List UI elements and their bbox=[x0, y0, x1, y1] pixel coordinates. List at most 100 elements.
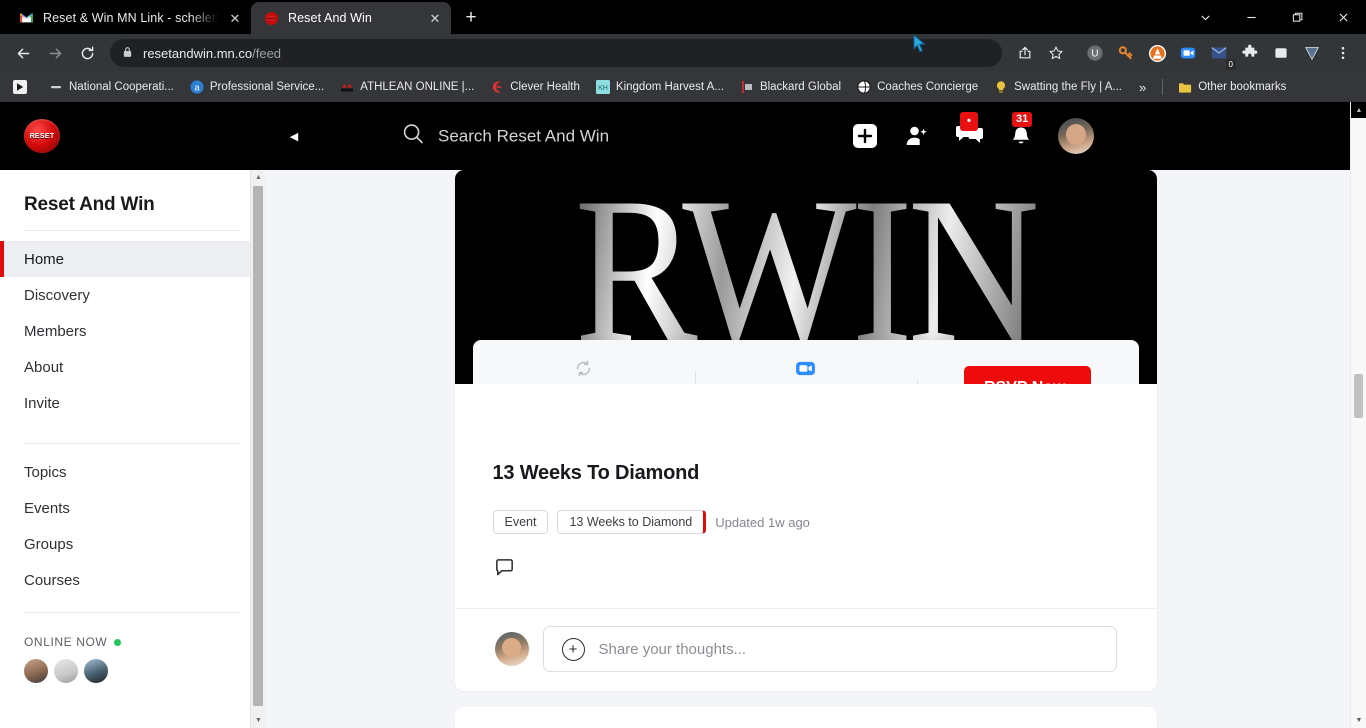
mailtrack-badge: 0 bbox=[1225, 59, 1236, 70]
maximize-button[interactable] bbox=[1274, 0, 1320, 34]
post-banner-image: RWIN bbox=[454, 170, 1157, 384]
extensions-puzzle-icon[interactable] bbox=[1235, 38, 1265, 68]
minimize-button[interactable] bbox=[1228, 0, 1274, 34]
sidebar-item-about[interactable]: About bbox=[0, 349, 265, 385]
bookmark-star-icon[interactable] bbox=[1041, 38, 1071, 68]
bookmark-item[interactable]: a Professional Service... bbox=[183, 77, 331, 97]
messages-badge: • bbox=[960, 112, 978, 131]
password-key-icon[interactable] bbox=[1111, 38, 1141, 68]
avatar[interactable] bbox=[54, 659, 78, 683]
sidebar-item-members[interactable]: Members bbox=[0, 313, 265, 349]
add-person-icon[interactable] bbox=[902, 121, 932, 151]
avatar[interactable] bbox=[84, 659, 108, 683]
bookmark-item[interactable] bbox=[6, 77, 40, 97]
sidebar-item-invite[interactable]: Invite bbox=[0, 385, 265, 421]
new-tab-button[interactable]: + bbox=[457, 3, 485, 31]
brand-logo-icon[interactable]: RESET bbox=[24, 119, 60, 153]
event-date-cell: Thu, Aug 25 8:15pm - 9:15pm bbox=[473, 358, 695, 384]
scroll-down-icon[interactable]: ▼ bbox=[1351, 712, 1366, 728]
window-controls bbox=[1182, 0, 1366, 34]
rsvp-button[interactable]: RSVP Now▾ bbox=[963, 366, 1092, 384]
comment-input[interactable]: + Share your thoughts... bbox=[542, 626, 1117, 672]
browser-tab-2[interactable]: Reset And Win ✕ bbox=[251, 2, 451, 34]
scroll-up-icon[interactable]: ▲ bbox=[1351, 102, 1366, 118]
chevron-down-icon: ▾ bbox=[1066, 383, 1071, 384]
online-now-avatars bbox=[0, 649, 265, 683]
bookmark-item[interactable]: Coaches Concierge bbox=[850, 77, 985, 97]
scroll-down-icon[interactable]: ▼ bbox=[251, 713, 266, 728]
zoom-extension-icon[interactable] bbox=[1173, 38, 1203, 68]
next-post-card: Don McCutchen cheered this 1d ago bbox=[454, 707, 1157, 728]
add-attachment-icon[interactable]: + bbox=[561, 637, 585, 661]
user-profile-icon[interactable]: U bbox=[1080, 38, 1110, 68]
bookmark-item[interactable]: Swatting the Fly | A... bbox=[987, 77, 1129, 97]
feed: RWIN 13 Weeks To Diamond Event 13 Weeks … bbox=[454, 170, 1157, 728]
bookmark-label: Professional Service... bbox=[209, 81, 325, 93]
post-title[interactable]: 13 Weeks To Diamond bbox=[455, 462, 1157, 485]
avatar[interactable] bbox=[1058, 118, 1094, 154]
tag-event[interactable]: Event bbox=[492, 510, 549, 534]
gmail-icon bbox=[18, 10, 34, 26]
tab-strip: Reset & Win MN Link - schelette ✕ Reset … bbox=[0, 0, 1366, 34]
vpn-icon[interactable] bbox=[1297, 38, 1327, 68]
tag-topic[interactable]: 13 Weeks to Diamond bbox=[557, 510, 707, 534]
browser-window: Reset & Win MN Link - schelette ✕ Reset … bbox=[0, 0, 1366, 728]
community-title: Reset And Win bbox=[24, 194, 155, 215]
search-input[interactable]: Search Reset And Win bbox=[438, 126, 609, 146]
bookmark-label: Swatting the Fly | A... bbox=[1014, 81, 1122, 93]
other-bookmarks-button[interactable]: Other bookmarks bbox=[1171, 77, 1293, 97]
sidebar-collapse-button[interactable]: ◀ bbox=[286, 128, 302, 144]
sidebar-item-events[interactable]: Events bbox=[0, 490, 265, 526]
comment-icon[interactable] bbox=[493, 559, 516, 583]
sidebar-scrollbar-thumb[interactable] bbox=[253, 186, 263, 706]
address-bar[interactable]: resetandwin.mn.co/feed bbox=[110, 39, 1002, 67]
scroll-up-icon[interactable]: ▲ bbox=[251, 170, 266, 185]
page-scrollbar-thumb[interactable] bbox=[1354, 374, 1363, 418]
lock-icon bbox=[122, 46, 133, 61]
sidebar-item-discovery[interactable]: Discovery bbox=[0, 277, 265, 313]
bulb-icon bbox=[994, 80, 1008, 94]
bookmark-item[interactable]: KH Kingdom Harvest A... bbox=[589, 77, 731, 97]
bookmark-item[interactable]: Clever Health bbox=[483, 77, 587, 97]
search-bar[interactable]: Search Reset And Win bbox=[402, 123, 609, 150]
create-post-button[interactable] bbox=[850, 121, 880, 151]
event-details-bar: Thu, Aug 25 8:15pm - 9:15pm bbox=[472, 340, 1139, 384]
page-scrollbar[interactable]: ▲ ▼ bbox=[1350, 102, 1366, 728]
bookmarks-overflow-button[interactable]: » bbox=[1131, 77, 1154, 98]
comment-composer: + Share your thoughts... bbox=[454, 608, 1157, 691]
sidebar-item-home[interactable]: Home bbox=[0, 241, 265, 277]
avatar[interactable] bbox=[24, 659, 48, 683]
back-icon[interactable] bbox=[8, 38, 38, 68]
bookmark-item[interactable]: National Cooperati... bbox=[42, 77, 181, 97]
forward-icon[interactable] bbox=[40, 38, 70, 68]
close-icon[interactable]: ✕ bbox=[427, 10, 443, 26]
grammarly-icon[interactable] bbox=[1142, 38, 1172, 68]
other-bookmarks-label: Other bookmarks bbox=[1198, 81, 1287, 93]
reload-icon[interactable] bbox=[72, 38, 102, 68]
sidebar: Reset And Win Home Discovery Members Abo… bbox=[0, 170, 265, 728]
sidebar-item-groups[interactable]: Groups bbox=[0, 526, 265, 562]
online-now-label: ONLINE NOW bbox=[0, 613, 265, 649]
bookmark-label: Kingdom Harvest A... bbox=[615, 81, 724, 93]
browser-tab-1[interactable]: Reset & Win MN Link - schelette ✕ bbox=[6, 2, 251, 34]
chrome-menu-icon[interactable] bbox=[1328, 38, 1358, 68]
avatar[interactable] bbox=[494, 632, 529, 666]
sidebar-scrollbar[interactable]: ▲ ▼ bbox=[250, 170, 265, 728]
sidebar-item-topics[interactable]: Topics bbox=[0, 454, 265, 490]
kingdom-harvest-icon: KH bbox=[595, 80, 610, 94]
sidepanel-icon[interactable] bbox=[1266, 38, 1296, 68]
clever-health-icon bbox=[490, 80, 504, 94]
sidebar-item-courses[interactable]: Courses bbox=[0, 562, 265, 598]
notifications-badge: 31 bbox=[1012, 112, 1033, 127]
notifications-button[interactable]: 31 bbox=[1006, 112, 1036, 151]
close-icon[interactable]: ✕ bbox=[227, 10, 243, 26]
share-icon[interactable] bbox=[1010, 38, 1040, 68]
close-window-button[interactable] bbox=[1320, 0, 1366, 34]
bookmark-item[interactable]: Blackard Global bbox=[733, 77, 848, 97]
url-text: resetandwin.mn.co/feed bbox=[143, 45, 282, 61]
mailtrack-icon[interactable]: 0 bbox=[1204, 38, 1236, 70]
minimize-to-tray-button[interactable] bbox=[1182, 0, 1228, 34]
messages-button[interactable]: • bbox=[954, 112, 984, 151]
bookmark-item[interactable]: ATHLEAN ONLINE |... bbox=[333, 77, 481, 97]
